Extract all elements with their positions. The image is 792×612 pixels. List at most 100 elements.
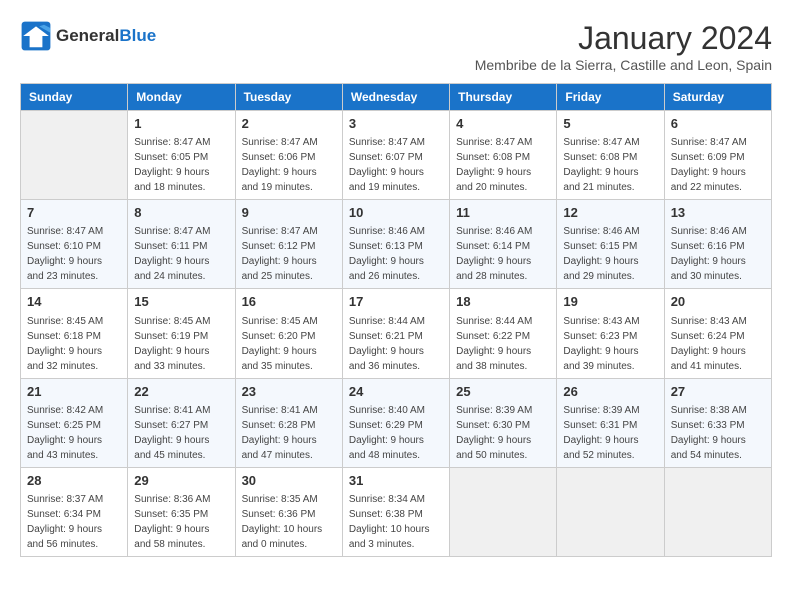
calendar-cell: 14 Sunrise: 8:45 AM Sunset: 6:18 PM Dayli… [21, 289, 128, 378]
day-number: 17 [349, 293, 443, 311]
day-number: 24 [349, 383, 443, 401]
day-number: 1 [134, 115, 228, 133]
header-tuesday: Tuesday [235, 84, 342, 111]
day-info: Sunrise: 8:34 AM Sunset: 6:38 PM Dayligh… [349, 492, 443, 552]
day-info: Sunrise: 8:47 AM Sunset: 6:06 PM Dayligh… [242, 135, 336, 195]
calendar-cell: 13Sunrise: 8:46 AM Sunset: 6:16 PM Dayli… [664, 200, 771, 289]
day-number: 3 [349, 115, 443, 133]
calendar-cell: 3 Sunrise: 8:47 AM Sunset: 6:07 PM Daylig… [342, 111, 449, 200]
calendar-cell: 25Sunrise: 8:39 AM Sunset: 6:30 PM Dayli… [450, 378, 557, 467]
calendar-cell: 18 Sunrise: 8:44 AM Sunset: 6:22 PM Dayli… [450, 289, 557, 378]
day-info: Sunrise: 8:35 AM Sunset: 6:36 PM Dayligh… [242, 492, 336, 552]
day-number: 15 [134, 293, 228, 311]
day-info: Sunrise: 8:46 AM Sunset: 6:14 PM Dayligh… [456, 224, 550, 284]
day-number: 27 [671, 383, 765, 401]
calendar-cell: 16 Sunrise: 8:45 AM Sunset: 6:20 PM Dayli… [235, 289, 342, 378]
calendar-header-row: Sunday Monday Tuesday Wednesday Thursday… [21, 84, 772, 111]
calendar-week-2: 7Sunrise: 8:47 AM Sunset: 6:10 PM Daylig… [21, 200, 772, 289]
calendar-cell: 19 Sunrise: 8:43 AM Sunset: 6:23 PM Dayli… [557, 289, 664, 378]
day-info: Sunrise: 8:43 AM Sunset: 6:24 PM Dayligh… [671, 314, 765, 374]
day-info: Sunrise: 8:39 AM Sunset: 6:31 PM Dayligh… [563, 403, 657, 463]
day-info: Sunrise: 8:45 AM Sunset: 6:18 PM Dayligh… [27, 314, 121, 374]
calendar-cell: 2 Sunrise: 8:47 AM Sunset: 6:06 PM Daylig… [235, 111, 342, 200]
day-info: Sunrise: 8:44 AM Sunset: 6:22 PM Dayligh… [456, 314, 550, 374]
day-number: 30 [242, 472, 336, 490]
day-number: 19 [563, 293, 657, 311]
calendar-cell: 4 Sunrise: 8:47 AM Sunset: 6:08 PM Daylig… [450, 111, 557, 200]
day-number: 5 [563, 115, 657, 133]
day-info: Sunrise: 8:47 AM Sunset: 6:11 PM Dayligh… [134, 224, 228, 284]
day-number: 11 [456, 204, 550, 222]
day-info: Sunrise: 8:46 AM Sunset: 6:13 PM Dayligh… [349, 224, 443, 284]
calendar-week-5: 28 Sunrise: 8:37 AM Sunset: 6:34 PM Dayli… [21, 467, 772, 556]
calendar-cell: 15 Sunrise: 8:45 AM Sunset: 6:19 PM Dayli… [128, 289, 235, 378]
day-number: 16 [242, 293, 336, 311]
calendar-cell: 17 Sunrise: 8:44 AM Sunset: 6:21 PM Dayli… [342, 289, 449, 378]
day-info: Sunrise: 8:39 AM Sunset: 6:30 PM Dayligh… [456, 403, 550, 463]
day-number: 23 [242, 383, 336, 401]
header-monday: Monday [128, 84, 235, 111]
day-number: 2 [242, 115, 336, 133]
day-number: 18 [456, 293, 550, 311]
logo-icon [20, 20, 52, 52]
day-number: 14 [27, 293, 121, 311]
calendar-cell: 20 Sunrise: 8:43 AM Sunset: 6:24 PM Dayli… [664, 289, 771, 378]
day-number: 31 [349, 472, 443, 490]
calendar-cell [21, 111, 128, 200]
day-info: Sunrise: 8:43 AM Sunset: 6:23 PM Dayligh… [563, 314, 657, 374]
day-number: 26 [563, 383, 657, 401]
day-info: Sunrise: 8:36 AM Sunset: 6:35 PM Dayligh… [134, 492, 228, 552]
day-number: 7 [27, 204, 121, 222]
day-number: 12 [563, 204, 657, 222]
calendar-cell: 11 Sunrise: 8:46 AM Sunset: 6:14 PM Dayli… [450, 200, 557, 289]
calendar-cell: 31 Sunrise: 8:34 AM Sunset: 6:38 PM Dayli… [342, 467, 449, 556]
page-header: GeneralBlue January 2024 Membribe de la … [20, 20, 772, 73]
day-number: 6 [671, 115, 765, 133]
day-info: Sunrise: 8:41 AM Sunset: 6:28 PM Dayligh… [242, 403, 336, 463]
calendar-cell: 30 Sunrise: 8:35 AM Sunset: 6:36 PM Dayli… [235, 467, 342, 556]
calendar-cell: 23 Sunrise: 8:41 AM Sunset: 6:28 PM Dayli… [235, 378, 342, 467]
calendar-table: Sunday Monday Tuesday Wednesday Thursday… [20, 83, 772, 557]
calendar-cell: 9 Sunrise: 8:47 AM Sunset: 6:12 PM Daylig… [235, 200, 342, 289]
calendar-cell: 27 Sunrise: 8:38 AM Sunset: 6:33 PM Dayli… [664, 378, 771, 467]
day-number: 9 [242, 204, 336, 222]
day-info: Sunrise: 8:41 AM Sunset: 6:27 PM Dayligh… [134, 403, 228, 463]
day-number: 8 [134, 204, 228, 222]
calendar-week-1: 1Sunrise: 8:47 AM Sunset: 6:05 PM Daylig… [21, 111, 772, 200]
day-info: Sunrise: 8:45 AM Sunset: 6:19 PM Dayligh… [134, 314, 228, 374]
calendar-cell: 26 Sunrise: 8:39 AM Sunset: 6:31 PM Dayli… [557, 378, 664, 467]
location-subtitle: Membribe de la Sierra, Castille and Leon… [475, 57, 772, 73]
day-number: 10 [349, 204, 443, 222]
header-sunday: Sunday [21, 84, 128, 111]
day-number: 28 [27, 472, 121, 490]
header-friday: Friday [557, 84, 664, 111]
month-title: January 2024 [475, 20, 772, 57]
calendar-cell: 5Sunrise: 8:47 AM Sunset: 6:08 PM Daylig… [557, 111, 664, 200]
day-number: 13 [671, 204, 765, 222]
calendar-cell: 22Sunrise: 8:41 AM Sunset: 6:27 PM Dayli… [128, 378, 235, 467]
day-info: Sunrise: 8:37 AM Sunset: 6:34 PM Dayligh… [27, 492, 121, 552]
calendar-cell: 28 Sunrise: 8:37 AM Sunset: 6:34 PM Dayli… [21, 467, 128, 556]
day-number: 4 [456, 115, 550, 133]
header-saturday: Saturday [664, 84, 771, 111]
header-wednesday: Wednesday [342, 84, 449, 111]
calendar-cell: 8 Sunrise: 8:47 AM Sunset: 6:11 PM Daylig… [128, 200, 235, 289]
calendar-cell: 6 Sunrise: 8:47 AM Sunset: 6:09 PM Daylig… [664, 111, 771, 200]
day-info: Sunrise: 8:47 AM Sunset: 6:12 PM Dayligh… [242, 224, 336, 284]
day-info: Sunrise: 8:47 AM Sunset: 6:09 PM Dayligh… [671, 135, 765, 195]
calendar-cell [664, 467, 771, 556]
calendar-cell: 1Sunrise: 8:47 AM Sunset: 6:05 PM Daylig… [128, 111, 235, 200]
logo: GeneralBlue [20, 20, 156, 52]
day-info: Sunrise: 8:44 AM Sunset: 6:21 PM Dayligh… [349, 314, 443, 374]
calendar-cell: 29Sunrise: 8:36 AM Sunset: 6:35 PM Dayli… [128, 467, 235, 556]
calendar-cell [450, 467, 557, 556]
day-info: Sunrise: 8:47 AM Sunset: 6:08 PM Dayligh… [456, 135, 550, 195]
day-number: 21 [27, 383, 121, 401]
calendar-cell: 12 Sunrise: 8:46 AM Sunset: 6:15 PM Dayli… [557, 200, 664, 289]
calendar-cell: 24Sunrise: 8:40 AM Sunset: 6:29 PM Dayli… [342, 378, 449, 467]
day-info: Sunrise: 8:45 AM Sunset: 6:20 PM Dayligh… [242, 314, 336, 374]
day-info: Sunrise: 8:46 AM Sunset: 6:15 PM Dayligh… [563, 224, 657, 284]
day-info: Sunrise: 8:47 AM Sunset: 6:07 PM Dayligh… [349, 135, 443, 195]
day-info: Sunrise: 8:38 AM Sunset: 6:33 PM Dayligh… [671, 403, 765, 463]
day-number: 20 [671, 293, 765, 311]
